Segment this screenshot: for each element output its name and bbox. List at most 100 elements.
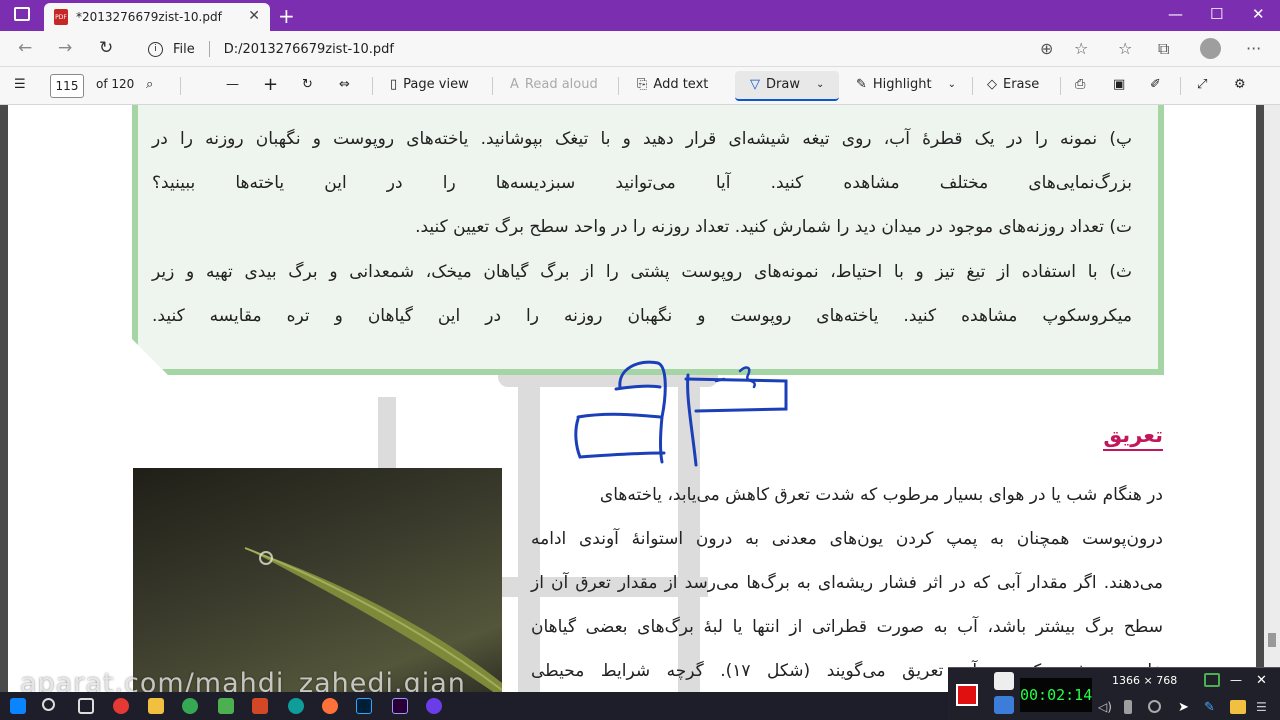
draw-button[interactable]: ▽ Draw ⌄: [750, 77, 824, 92]
refresh-icon[interactable]: ↻: [99, 38, 113, 58]
zoom-icon[interactable]: ⊕: [1040, 39, 1053, 58]
microphone-icon[interactable]: [1124, 700, 1132, 714]
save-icon[interactable]: ▣: [1113, 77, 1125, 92]
guttation-leaf-photo: [133, 468, 502, 692]
maximize-icon[interactable]: ☐: [1210, 5, 1223, 23]
minimize-recorder-icon[interactable]: —: [1230, 673, 1246, 687]
pdf-file-icon: PDF: [54, 9, 68, 25]
settings-gear-icon[interactable]: ⚙: [1234, 77, 1246, 92]
rotate-icon[interactable]: ↻: [302, 77, 313, 92]
recording-resolution: 1366 × 768: [1112, 674, 1178, 687]
camera-icon[interactable]: [994, 672, 1014, 690]
chevron-down-icon[interactable]: ⌄: [816, 79, 824, 90]
favorite-add-icon[interactable]: ☆: [1074, 39, 1088, 58]
tab-actions-icon[interactable]: [14, 7, 30, 21]
page-view-button[interactable]: ▯ Page view: [390, 77, 469, 92]
url-separator: [208, 41, 210, 57]
add-text-label: Add text: [653, 77, 709, 92]
pdf-page[interactable]: پ) نمونه را در یک قطرهٔ آب، روی تیغه شیش…: [8, 105, 1256, 692]
pdf-viewer[interactable]: پ) نمونه را در یک قطرهٔ آب، روی تیغه شیش…: [0, 105, 1280, 692]
close-recorder-icon[interactable]: ✕: [1256, 673, 1272, 688]
erase-button[interactable]: ◇ Erase: [987, 77, 1039, 92]
more-icon[interactable]: ···: [1246, 39, 1261, 58]
recording-timer: 00:02:14: [1020, 678, 1092, 712]
save-as-icon[interactable]: ✐: [1150, 77, 1161, 92]
file-label: File: [173, 41, 195, 57]
read-aloud-label: Read aloud: [524, 77, 598, 92]
toolbar-separator: [492, 77, 493, 95]
powerpoint-icon[interactable]: [252, 698, 268, 714]
speaker-icon[interactable]: ◁): [1098, 700, 1114, 714]
info-icon[interactable]: i: [148, 41, 163, 57]
fullscreen-icon[interactable]: ⤢: [1197, 77, 1207, 92]
folder-icon[interactable]: [1230, 700, 1246, 714]
highlight-icon: ✎: [856, 77, 867, 92]
page-total: of 120: [96, 77, 135, 91]
url-text[interactable]: D:/2013276679zist-10.pdf: [224, 42, 394, 57]
toolbar-separator: [972, 77, 973, 95]
vertical-scrollbar[interactable]: [1264, 105, 1280, 692]
scrollbar-thumb[interactable]: [1268, 633, 1276, 647]
pen-icon[interactable]: ✎: [1204, 700, 1220, 715]
screen-recorder-widget: 00:02:14 1366 × 768 — ✕ ◁) ➤ ✎ ☰: [948, 667, 1280, 720]
firefox-icon[interactable]: [322, 698, 338, 714]
active-tab[interactable]: PDF *2013276679zist-10.pdf ✕: [44, 3, 270, 31]
recorder-app-icon[interactable]: [113, 698, 129, 714]
cursor-icon[interactable]: ➤: [1178, 700, 1194, 715]
highlight-button[interactable]: ✎ Highlight ⌄: [856, 77, 956, 92]
app-icon[interactable]: [218, 698, 234, 714]
tab-title: *2013276679zist-10.pdf: [76, 10, 222, 24]
chevron-down-icon[interactable]: ⌄: [948, 79, 956, 90]
highlight-label: Highlight: [872, 77, 932, 92]
close-window-icon[interactable]: ✕: [1252, 5, 1265, 23]
fit-page-icon[interactable]: ⇔: [339, 77, 350, 92]
print-icon[interactable]: ⎙: [1075, 77, 1085, 92]
photoshop-icon[interactable]: [356, 698, 372, 714]
media-app-icon[interactable]: [426, 698, 442, 714]
file-explorer-icon[interactable]: [148, 698, 164, 714]
page-number-input[interactable]: 115: [50, 74, 84, 98]
toolbar-separator: [1180, 77, 1181, 95]
forward-icon[interactable]: →: [58, 38, 72, 58]
handwritten-ink-drawing: [574, 360, 788, 467]
add-text-button[interactable]: ⎘ Add text: [637, 77, 708, 92]
body-text-line: سطح برگ بیشتر باشد، آب به صورت قطراتی از…: [531, 617, 1163, 637]
premiere-icon[interactable]: [392, 698, 408, 714]
minimize-icon[interactable]: —: [1168, 5, 1183, 23]
favorites-icon[interactable]: ☆: [1118, 39, 1132, 58]
settings-menu-icon[interactable]: ☰: [1256, 700, 1272, 714]
webcam-icon[interactable]: [1148, 700, 1161, 713]
close-tab-icon[interactable]: ✕: [248, 8, 260, 24]
activity-line: ث) با استفاده از تیغ تیز و با احتیاط، نم…: [152, 262, 1132, 282]
zoom-out-icon[interactable]: —: [226, 77, 239, 92]
body-text-line: در هنگام شب یا در هوای بسیار مرطوب که شد…: [599, 485, 1163, 505]
pause-icon[interactable]: [994, 696, 1014, 714]
draw-label: Draw: [766, 77, 800, 92]
url-box[interactable]: i File D:/2013276679zist-10.pdf: [138, 35, 1100, 63]
new-tab-icon[interactable]: +: [278, 4, 295, 28]
record-stop-button[interactable]: [956, 684, 978, 706]
search-icon[interactable]: [42, 698, 55, 711]
back-icon[interactable]: ←: [18, 38, 32, 58]
activity-line: ت) تعداد روزنه‌های موجود در میدان دید را…: [415, 217, 1132, 237]
page-view-icon: ▯: [390, 77, 398, 92]
collections-icon[interactable]: ⧉: [1158, 39, 1169, 59]
chrome-icon[interactable]: [182, 698, 198, 714]
pdf-toolbar: ☰ 115 of 120 ⌕ — + ↻ ⇔ ▯ Page view A Read …: [0, 67, 1280, 105]
eraser-icon: ◇: [987, 77, 997, 92]
edge-icon[interactable]: [288, 698, 304, 714]
activity-line: میکروسکوپ مشاهده کنید. یاخته‌های روپوست …: [152, 306, 1132, 326]
read-aloud-icon: A: [510, 77, 519, 92]
profile-avatar[interactable]: [1200, 38, 1221, 59]
contents-icon[interactable]: ☰: [14, 77, 26, 92]
task-view-icon[interactable]: [78, 698, 94, 714]
activity-line: بزرگ‌نمایی‌های مختلف مشاهده کنید. آیا می…: [152, 173, 1132, 193]
start-icon[interactable]: [10, 698, 26, 714]
erase-label: Erase: [1003, 77, 1040, 92]
search-icon[interactable]: ⌕: [146, 77, 153, 92]
read-aloud-button[interactable]: A Read aloud: [510, 77, 598, 92]
region-select-icon[interactable]: [1204, 673, 1220, 687]
zoom-in-icon[interactable]: +: [263, 74, 278, 95]
leaf-illustration: [244, 547, 502, 692]
address-bar: ← → ↻ i File D:/2013276679zist-10.pdf ⊕ …: [0, 31, 1280, 67]
